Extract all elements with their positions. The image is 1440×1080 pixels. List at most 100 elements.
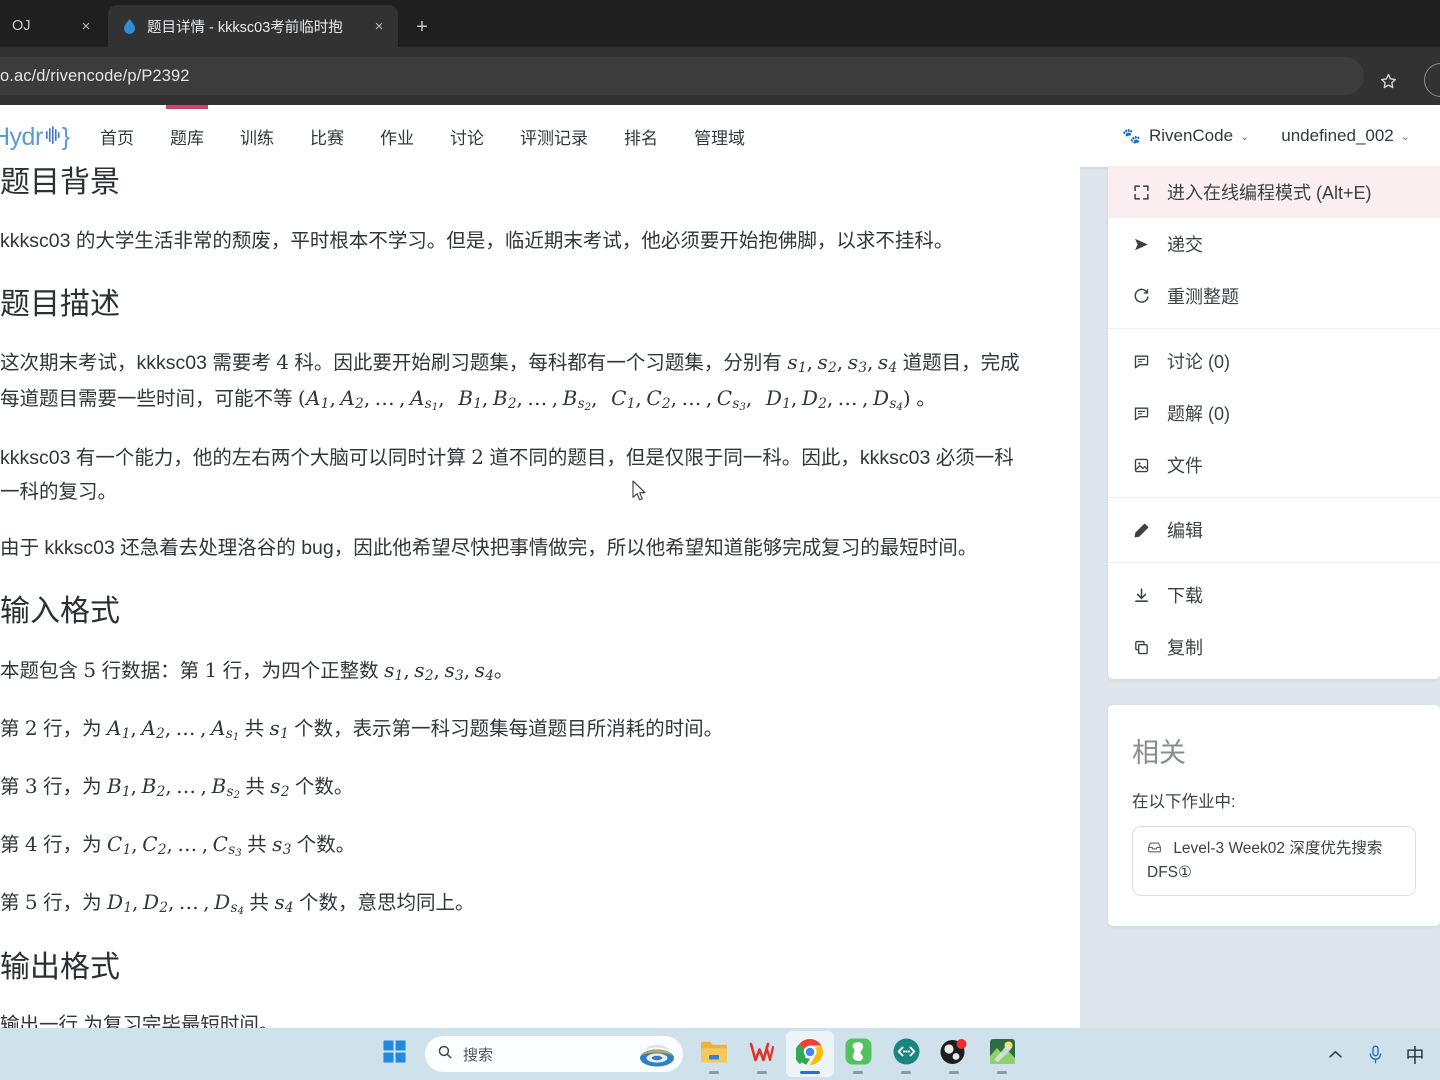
file-explorer-icon (700, 1039, 728, 1070)
sidebar-item-solution[interactable]: 题解 (0) (1108, 387, 1440, 439)
user-menu[interactable]: undefined_002 ⌄ (1265, 126, 1426, 146)
paragraph-input-2: 第 2 行，为 A1, A2, ... , As1 共 s1 个数，表示第一科习… (0, 715, 724, 743)
domain-label: RivenCode (1148, 126, 1234, 145)
address-bar[interactable]: o.ac/d/rivencode/p/P2392 (0, 57, 1364, 95)
tab-close-icon[interactable]: × (76, 16, 96, 36)
app-running-indicator (800, 1070, 820, 1074)
sidebar-item-online-editor[interactable]: 进入在线编程模式 (Alt+E) (1108, 166, 1440, 218)
copy-icon (1130, 639, 1152, 656)
address-bar-url: o.ac/d/rivencode/p/P2392 (0, 66, 190, 85)
sidebar-item-label: 进入在线编程模式 (Alt+E) (1167, 183, 1372, 203)
hydro-drop-icon (121, 18, 138, 35)
taskbar-search-box[interactable]: 搜索 (425, 1036, 683, 1072)
taskbar-app-chrome[interactable] (786, 1031, 834, 1077)
taskbar-search-placeholder: 搜索 (463, 1046, 494, 1064)
browser-tab-inactive[interactable]: OJ × (0, 5, 108, 47)
page-viewport: Hydr} 首页 题库 训练 比赛 作业 讨论 评测记录 排名 管理域 🐾 Ri… (0, 105, 1440, 1028)
nav-item-domain-manage[interactable]: 管理域 (676, 105, 763, 167)
nav-item-label: 管理域 (694, 128, 745, 148)
sidebar-item-copy[interactable]: 复制 (1108, 621, 1440, 673)
domain-avatar-icon: 🐾 (1122, 127, 1141, 145)
section-heading-background: 题目背景 (0, 166, 120, 199)
tab-title: 题目详情 - kkksc03考前临时抱 (147, 19, 343, 36)
sidebar-item-label: 递交 (1167, 235, 1203, 255)
paragraph-input-5: 第 5 行，为 D1, D2, ... , Ds4 共 s4 个数，意思均同上。 (0, 889, 475, 917)
site-navigation-bar: Hydr} 首页 题库 训练 比赛 作业 讨论 评测记录 排名 管理域 🐾 Ri… (0, 105, 1440, 167)
app-running-indicator (901, 1070, 911, 1074)
sidebar-group-edit: 编辑 (1108, 497, 1440, 562)
taskbar-app-file-explorer[interactable] (690, 1031, 738, 1077)
related-homework-chip[interactable]: Level-3 Week02 深度优先搜索 DFS① (1132, 826, 1416, 897)
nav-item-training[interactable]: 训练 (222, 105, 292, 167)
nav-item-records[interactable]: 评测记录 (502, 105, 606, 167)
paragraph-description-1: 这次期末考试，kkksc03 需要考 4 科。因此要开始刷习题集，每科都有一个习… (0, 350, 1020, 414)
nav-item-discussion[interactable]: 讨论 (432, 105, 502, 167)
sidebar-item-edit[interactable]: 编辑 (1108, 504, 1440, 556)
tab-title: OJ (12, 18, 31, 34)
expand-icon (1130, 184, 1152, 201)
sidebar-item-submit[interactable]: 递交 (1108, 218, 1440, 270)
file-image-icon (1130, 457, 1152, 474)
bookmark-star-icon[interactable] (1371, 64, 1405, 98)
paragraph-input-1: 本题包含 5 行数据：第 1 行，为四个正整数 s1, s2, s3, s4。 (0, 657, 514, 684)
system-tray: 中 (1318, 1028, 1432, 1080)
nav-item-ranking[interactable]: 排名 (606, 105, 676, 167)
pencil-icon (1130, 522, 1152, 539)
paint-image-icon (989, 1038, 1016, 1070)
ime-chinese-indicator[interactable]: 中 (1398, 1035, 1432, 1073)
nav-item-home[interactable]: 首页 (82, 105, 152, 167)
chrome-icon (794, 1038, 824, 1071)
chevron-up-icon[interactable] (1318, 1035, 1352, 1073)
start-button[interactable] (370, 1031, 418, 1077)
nav-item-contest[interactable]: 比赛 (292, 105, 362, 167)
taskbar-app-code-editor[interactable] (882, 1031, 930, 1077)
related-chip-label: Level-3 Week02 深度优先搜索 DFS① (1147, 840, 1383, 882)
nav-item-homework[interactable]: 作业 (362, 105, 432, 167)
new-tab-button[interactable]: + (406, 12, 438, 42)
hydro-logo[interactable]: Hydr} (0, 123, 70, 152)
bing-swirl-icon (635, 1039, 677, 1069)
taskbar-app-image-editor[interactable] (978, 1031, 1026, 1077)
nav-item-label: 比赛 (310, 128, 344, 148)
paragraph-description-2: kkksc03 有一个能力，他的左右两个大脑可以同时计算 2 道不同的题目，但是… (0, 444, 1014, 504)
section-heading-output-format: 输出格式 (0, 950, 120, 984)
nav-item-problemset[interactable]: 题库 (152, 105, 222, 167)
taskbar-center-group: 搜索 (370, 1028, 1026, 1080)
sidebar-item-label: 下载 (1167, 586, 1203, 606)
sidebar-item-rejudge[interactable]: 重测整题 (1108, 270, 1440, 322)
nav-item-label: 题库 (170, 128, 204, 148)
sidebar-item-label: 讨论 (0) (1167, 352, 1230, 372)
nav-item-label: 作业 (380, 128, 414, 148)
nav-item-label: 讨论 (450, 128, 484, 148)
homework-icon (1147, 840, 1166, 857)
refresh-icon (1130, 288, 1152, 305)
browser-tab-active[interactable]: 题目详情 - kkksc03考前临时抱 × (108, 5, 398, 47)
taskbar-app-obs-studio[interactable] (930, 1031, 978, 1077)
send-icon (1130, 236, 1152, 253)
browser-chrome: OJ × 题目详情 - kkksc03考前临时抱 × + o.ac/d/rive… (0, 0, 1440, 105)
taskbar-app-wps-office[interactable] (738, 1031, 786, 1077)
sidebar-item-download[interactable]: 下载 (1108, 569, 1440, 621)
app-running-indicator (997, 1070, 1007, 1074)
paragraph-input-3: 第 3 行，为 B1, B2, ... , Bs2 共 s2 个数。 (0, 773, 354, 801)
chevron-down-icon: ⌄ (1400, 130, 1410, 143)
paragraph-input-4: 第 4 行，为 C1, C2, ... , Cs3 共 s3 个数。 (0, 831, 356, 859)
sidebar-item-discussion[interactable]: 讨论 (0) (1108, 335, 1440, 387)
windows-start-icon (382, 1040, 406, 1068)
nav-item-list: 首页 题库 训练 比赛 作业 讨论 评测记录 排名 管理域 (82, 105, 763, 167)
code-brackets-icon (893, 1038, 920, 1070)
sidebar-item-files[interactable]: 文件 (1108, 439, 1440, 491)
microphone-icon[interactable] (1358, 1035, 1392, 1073)
domain-switcher[interactable]: 🐾 RivenCode ⌄ (1105, 126, 1265, 147)
app-running-indicator (709, 1070, 719, 1074)
sidebar-group-transfer: 下载 复制 (1108, 562, 1440, 679)
problem-content-card: 题目背景 kkksc03 的大学生活非常的颓废，平时根本不学习。但是，临近期末考… (0, 160, 1080, 1028)
taskbar-app-green-app[interactable] (834, 1031, 882, 1077)
sidebar-item-label: 复制 (1167, 638, 1203, 658)
sidebar-item-label: 重测整题 (1167, 287, 1239, 307)
app-running-indicator (853, 1070, 863, 1074)
sidebar-item-label: 文件 (1167, 456, 1203, 476)
windows-taskbar: 搜索 中 (0, 1028, 1440, 1080)
logo-wave-icon (44, 123, 61, 152)
tab-close-icon[interactable]: × (369, 16, 389, 36)
